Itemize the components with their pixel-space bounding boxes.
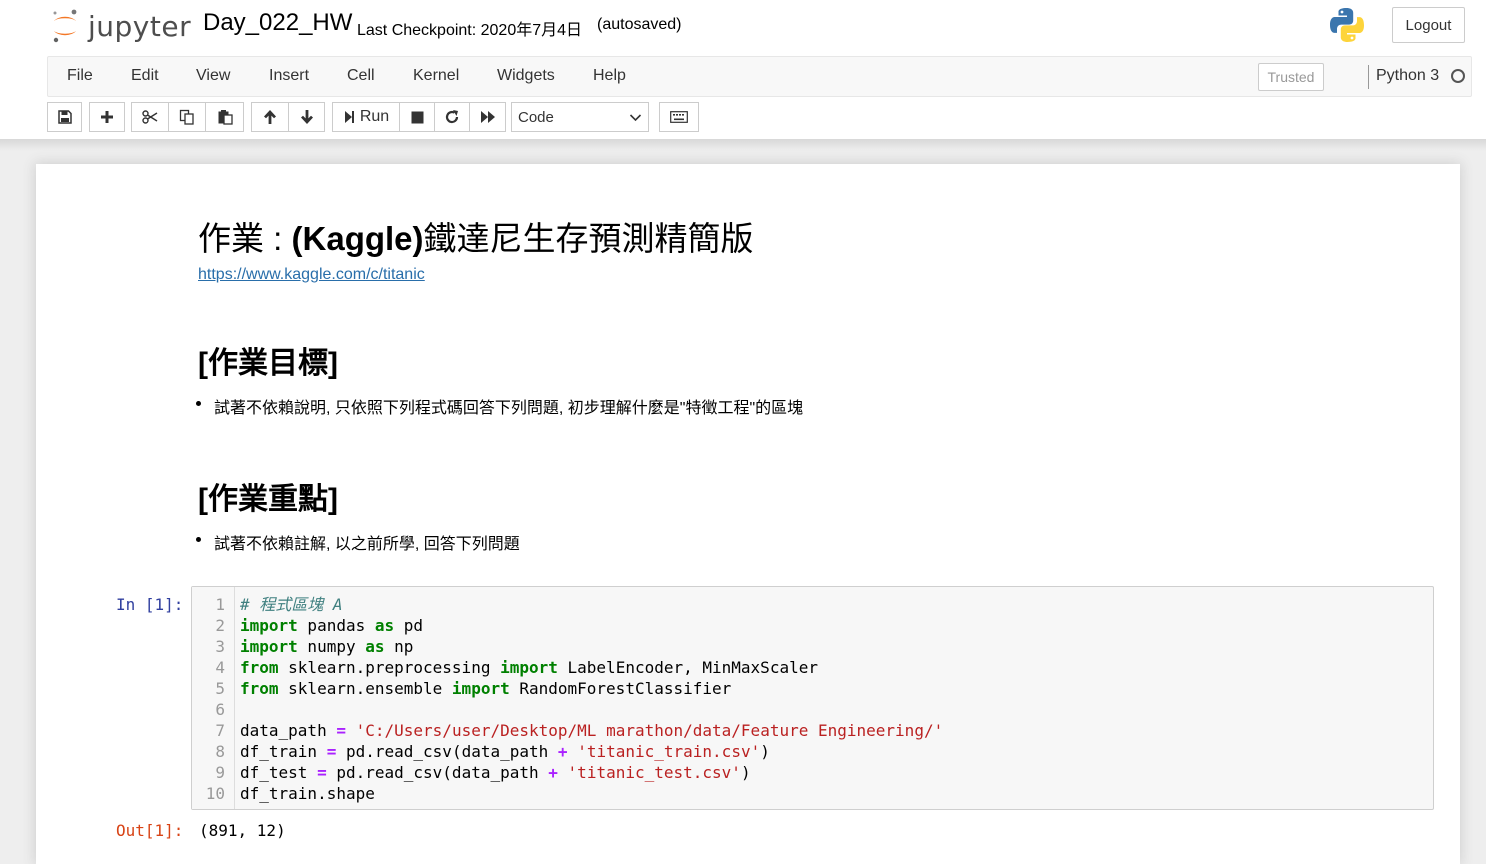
cell-type-value: Code bbox=[518, 108, 554, 126]
header-shadow bbox=[0, 139, 1486, 151]
run-icon bbox=[344, 111, 354, 123]
cut-button[interactable] bbox=[131, 102, 169, 132]
arrow-up-icon bbox=[264, 110, 276, 124]
notebook-heading: 作業 : (Kaggle)鐵達尼生存預測精簡版 bbox=[198, 212, 754, 260]
cell-type-select[interactable]: Code bbox=[511, 102, 649, 132]
jupyter-logo-icon bbox=[53, 9, 77, 43]
plus-icon bbox=[101, 111, 113, 123]
chevron-down-icon bbox=[629, 114, 642, 122]
menu-view[interactable]: View bbox=[196, 67, 230, 85]
menu-help[interactable]: Help bbox=[593, 67, 626, 85]
restart-run-all-button[interactable] bbox=[469, 102, 506, 132]
heading-suffix: 鐵達尼生存預測精簡版 bbox=[423, 220, 754, 257]
insert-cell-button[interactable] bbox=[89, 102, 125, 132]
notebook-title[interactable]: Day_022_HW bbox=[203, 9, 352, 37]
jupyter-logo[interactable]: jupyter bbox=[50, 6, 192, 46]
python-logo-icon bbox=[1328, 6, 1366, 49]
fast-forward-icon bbox=[480, 111, 495, 123]
paste-icon bbox=[218, 110, 233, 125]
checkpoint-status: Last Checkpoint: 2020年7月4日 bbox=[357, 22, 583, 39]
goal-bullet: 試著不依賴說明, 只依照下列程式碼回答下列問題, 初步理解什麼是"特徵工程"的區… bbox=[195, 394, 803, 418]
stop-icon bbox=[411, 111, 423, 123]
restart-icon bbox=[445, 110, 459, 124]
input-prompt: In [1]: bbox=[116, 595, 184, 614]
section-heading-goal: [作業目標] bbox=[198, 347, 338, 380]
move-up-button[interactable] bbox=[251, 102, 289, 132]
section-heading-focus: [作業重點] bbox=[198, 483, 338, 516]
menubar: File Edit View Insert Cell Kernel Widget… bbox=[47, 56, 1472, 97]
menu-widgets[interactable]: Widgets bbox=[497, 67, 555, 85]
run-label: Run bbox=[359, 108, 390, 125]
copy-button[interactable] bbox=[168, 102, 206, 132]
move-down-button[interactable] bbox=[288, 102, 325, 132]
kernel-name: Python 3 bbox=[1376, 67, 1440, 84]
heading-bold: (Kaggle) bbox=[291, 220, 424, 257]
focus-bullet: 試著不依賴註解, 以之前所學, 回答下列問題 bbox=[196, 530, 520, 554]
command-palette-button[interactable] bbox=[659, 102, 699, 132]
menu-edit[interactable]: Edit bbox=[131, 67, 159, 85]
arrow-down-icon bbox=[300, 110, 313, 124]
logout-button[interactable]: Logout bbox=[1392, 7, 1465, 43]
copy-icon bbox=[179, 109, 194, 125]
logo-text: jupyter bbox=[88, 10, 192, 43]
save-button[interactable] bbox=[47, 102, 82, 132]
cut-icon bbox=[142, 110, 158, 124]
notebook-container: 作業 : (Kaggle)鐵達尼生存預測精簡版 https://www.kagg… bbox=[36, 164, 1460, 864]
heading-prefix: 作業 : bbox=[198, 220, 292, 257]
kaggle-link[interactable]: https://www.kaggle.com/c/titanic bbox=[198, 266, 425, 284]
code-editor[interactable]: 1 # 程式區塊 A 2 import pandas as pd 3 import n… bbox=[191, 586, 1434, 810]
menu-cell[interactable]: Cell bbox=[347, 67, 375, 85]
run-button[interactable]: Run bbox=[332, 102, 400, 132]
trusted-indicator[interactable]: Trusted bbox=[1258, 63, 1324, 91]
menu-kernel[interactable]: Kernel bbox=[413, 67, 459, 85]
kernel-status-icon bbox=[1451, 69, 1465, 83]
notebook-header: jupyter Day_022_HW Last Checkpoint: 2020… bbox=[0, 0, 1486, 139]
menu-insert[interactable]: Insert bbox=[269, 67, 309, 85]
output-prompt: Out[1]: bbox=[116, 821, 184, 840]
cell-output: (891, 12) bbox=[199, 821, 286, 840]
keyboard-icon bbox=[670, 111, 688, 123]
menu-file[interactable]: File bbox=[67, 67, 93, 85]
autosave-status: (autosaved) bbox=[597, 16, 682, 33]
kernel-separator bbox=[1368, 65, 1369, 89]
interrupt-kernel-button[interactable] bbox=[399, 102, 435, 132]
restart-kernel-button[interactable] bbox=[434, 102, 470, 132]
paste-button[interactable] bbox=[205, 102, 244, 132]
save-icon bbox=[57, 110, 72, 124]
